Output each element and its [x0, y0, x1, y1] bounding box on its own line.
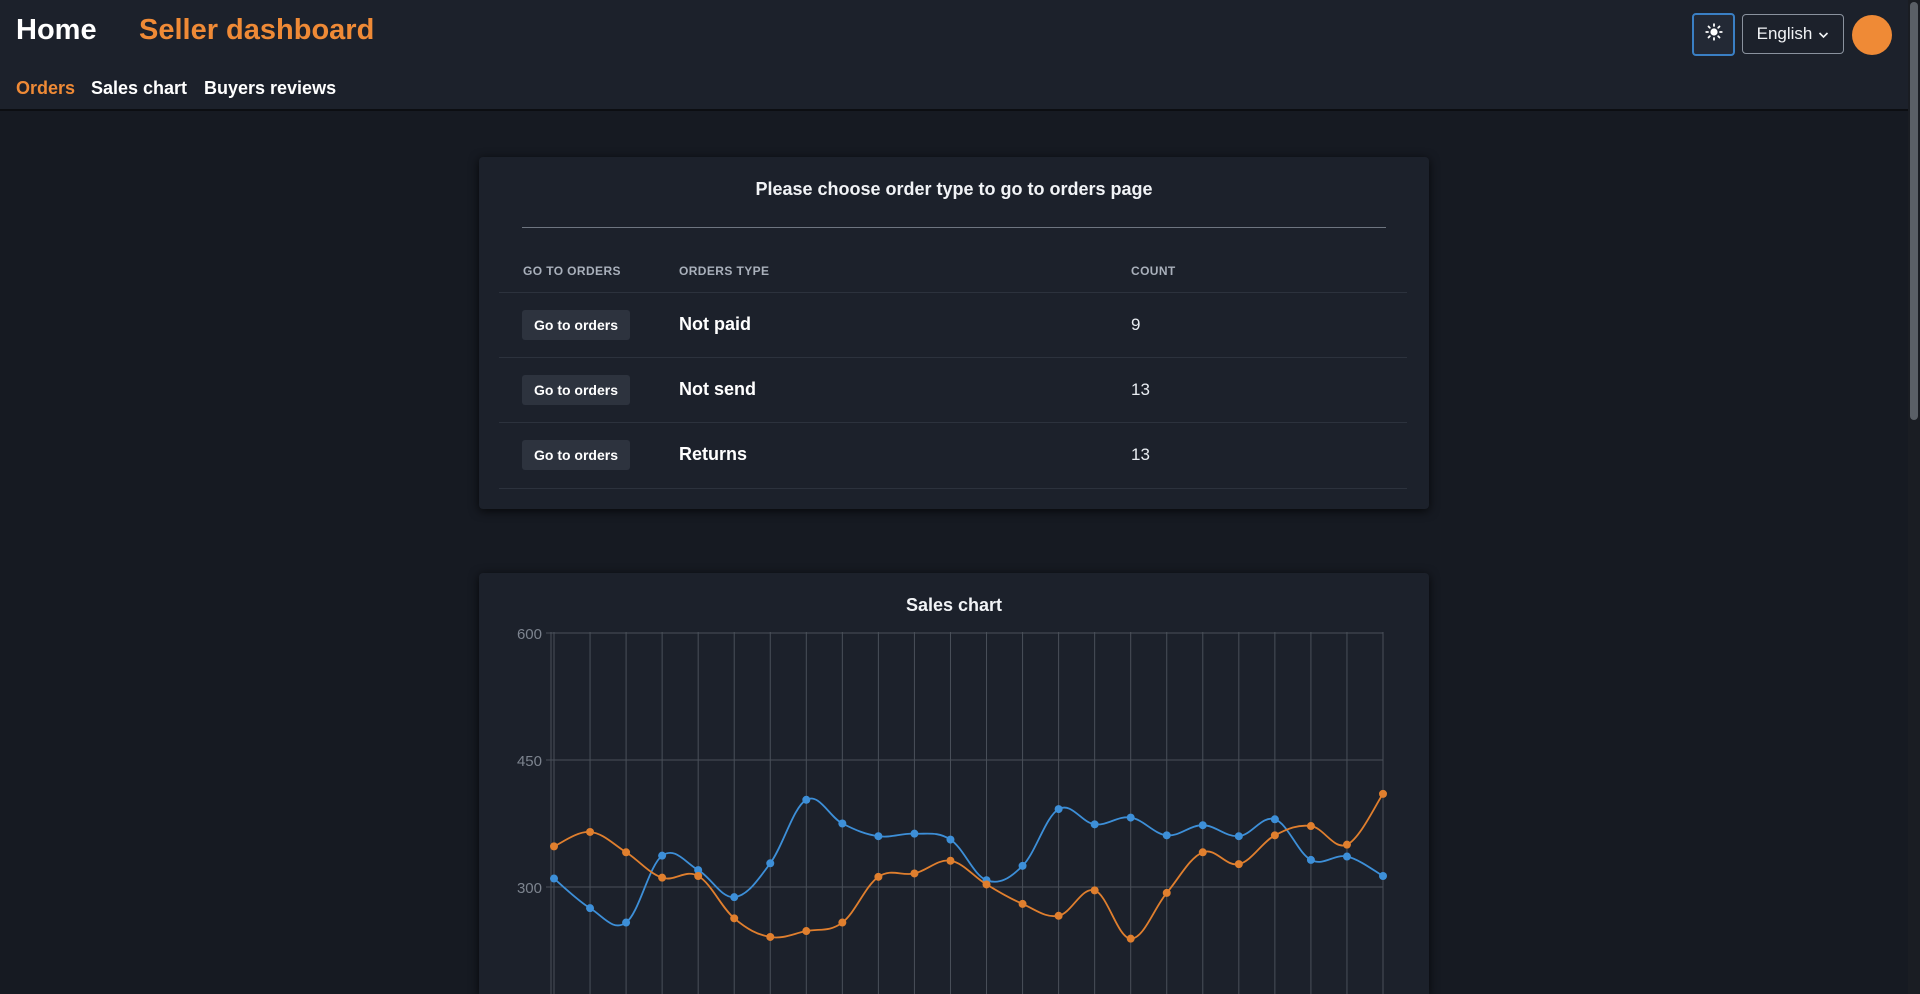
sun-icon — [1704, 23, 1723, 46]
order-type: Returns — [679, 444, 748, 464]
home-link[interactable]: Home — [16, 14, 97, 47]
data-point — [910, 869, 919, 878]
data-point — [1342, 852, 1351, 861]
data-point — [1198, 821, 1207, 830]
order-count: 9 — [1131, 315, 1141, 334]
data-point — [586, 827, 595, 836]
data-point — [982, 880, 991, 889]
language-select[interactable]: English — [1742, 14, 1844, 54]
data-point — [1162, 831, 1171, 840]
language-label: English — [1756, 24, 1813, 43]
series-line-2 — [553, 793, 1384, 940]
order-count: 13 — [1131, 380, 1150, 399]
divider — [522, 227, 1386, 228]
page-title: Seller dashboard — [139, 14, 375, 46]
y-tick-label: 300 — [517, 880, 542, 897]
data-point — [1054, 911, 1063, 920]
data-point — [550, 842, 558, 851]
orders-card-title: Please choose order type to go to orders… — [755, 179, 1153, 199]
y-tick-label: 600 — [517, 626, 542, 643]
order-count: 13 — [1131, 445, 1150, 464]
go-to-orders-button[interactable]: Go to orders — [522, 440, 630, 470]
data-point — [1090, 886, 1099, 895]
data-point — [838, 918, 847, 927]
data-point — [1234, 860, 1243, 869]
data-point — [1198, 848, 1207, 857]
column-header-count: COUNT — [1131, 264, 1176, 278]
data-point — [586, 904, 595, 913]
data-point — [1090, 820, 1099, 829]
sales-chart: 600 450 300 — [517, 626, 1387, 994]
data-point — [1018, 861, 1027, 870]
data-point — [1126, 813, 1135, 822]
tab-buyers-reviews[interactable]: Buyers reviews — [204, 78, 336, 99]
go-to-orders-button[interactable]: Go to orders — [522, 310, 630, 340]
tab-sales-chart[interactable]: Sales chart — [91, 78, 187, 99]
data-point — [730, 914, 739, 923]
row-divider — [499, 292, 1407, 293]
chevron-down-icon — [1818, 24, 1829, 44]
row-divider — [499, 422, 1407, 423]
series-line-1 — [553, 797, 1384, 927]
row-divider — [499, 488, 1407, 489]
scrollbar-thumb[interactable] — [1910, 2, 1918, 420]
data-point — [694, 871, 703, 880]
data-point — [946, 835, 955, 844]
data-point — [1270, 831, 1279, 840]
data-point — [910, 829, 919, 838]
order-type: Not send — [679, 379, 757, 399]
data-point — [1270, 815, 1279, 824]
column-header-orders-type: ORDERS TYPE — [679, 264, 770, 278]
data-point — [1234, 832, 1243, 841]
data-point — [838, 819, 847, 828]
tab-orders[interactable]: Orders — [16, 78, 75, 99]
data-point — [1379, 789, 1387, 798]
data-point — [1054, 805, 1063, 814]
data-point — [1342, 840, 1351, 849]
data-point — [622, 918, 631, 927]
orders-card: Please choose order type to go to orders… — [479, 157, 1429, 509]
data-point — [1306, 855, 1315, 864]
data-point — [658, 851, 667, 860]
data-point — [874, 832, 883, 841]
data-point — [766, 859, 775, 868]
data-point — [874, 872, 883, 881]
order-type: Not paid — [679, 314, 751, 334]
data-point — [1018, 899, 1027, 908]
data-point — [766, 932, 775, 941]
data-point — [1306, 822, 1315, 831]
theme-toggle-button[interactable] — [1692, 13, 1735, 56]
row-divider — [499, 357, 1407, 358]
data-point — [658, 873, 667, 882]
sales-chart-card: Sales chart 600 450 300 — [479, 573, 1429, 994]
data-point — [1162, 888, 1171, 897]
avatar[interactable] — [1852, 15, 1892, 55]
data-point — [802, 927, 811, 936]
data-point — [1379, 871, 1387, 880]
data-point — [946, 856, 955, 865]
data-point — [1126, 934, 1135, 943]
go-to-orders-button[interactable]: Go to orders — [522, 375, 630, 405]
column-header-go-to-orders: GO TO ORDERS — [523, 264, 621, 278]
data-point — [802, 795, 811, 804]
data-point — [730, 893, 739, 902]
data-point — [550, 874, 558, 883]
data-point — [622, 848, 631, 857]
y-tick-label: 450 — [517, 753, 542, 770]
